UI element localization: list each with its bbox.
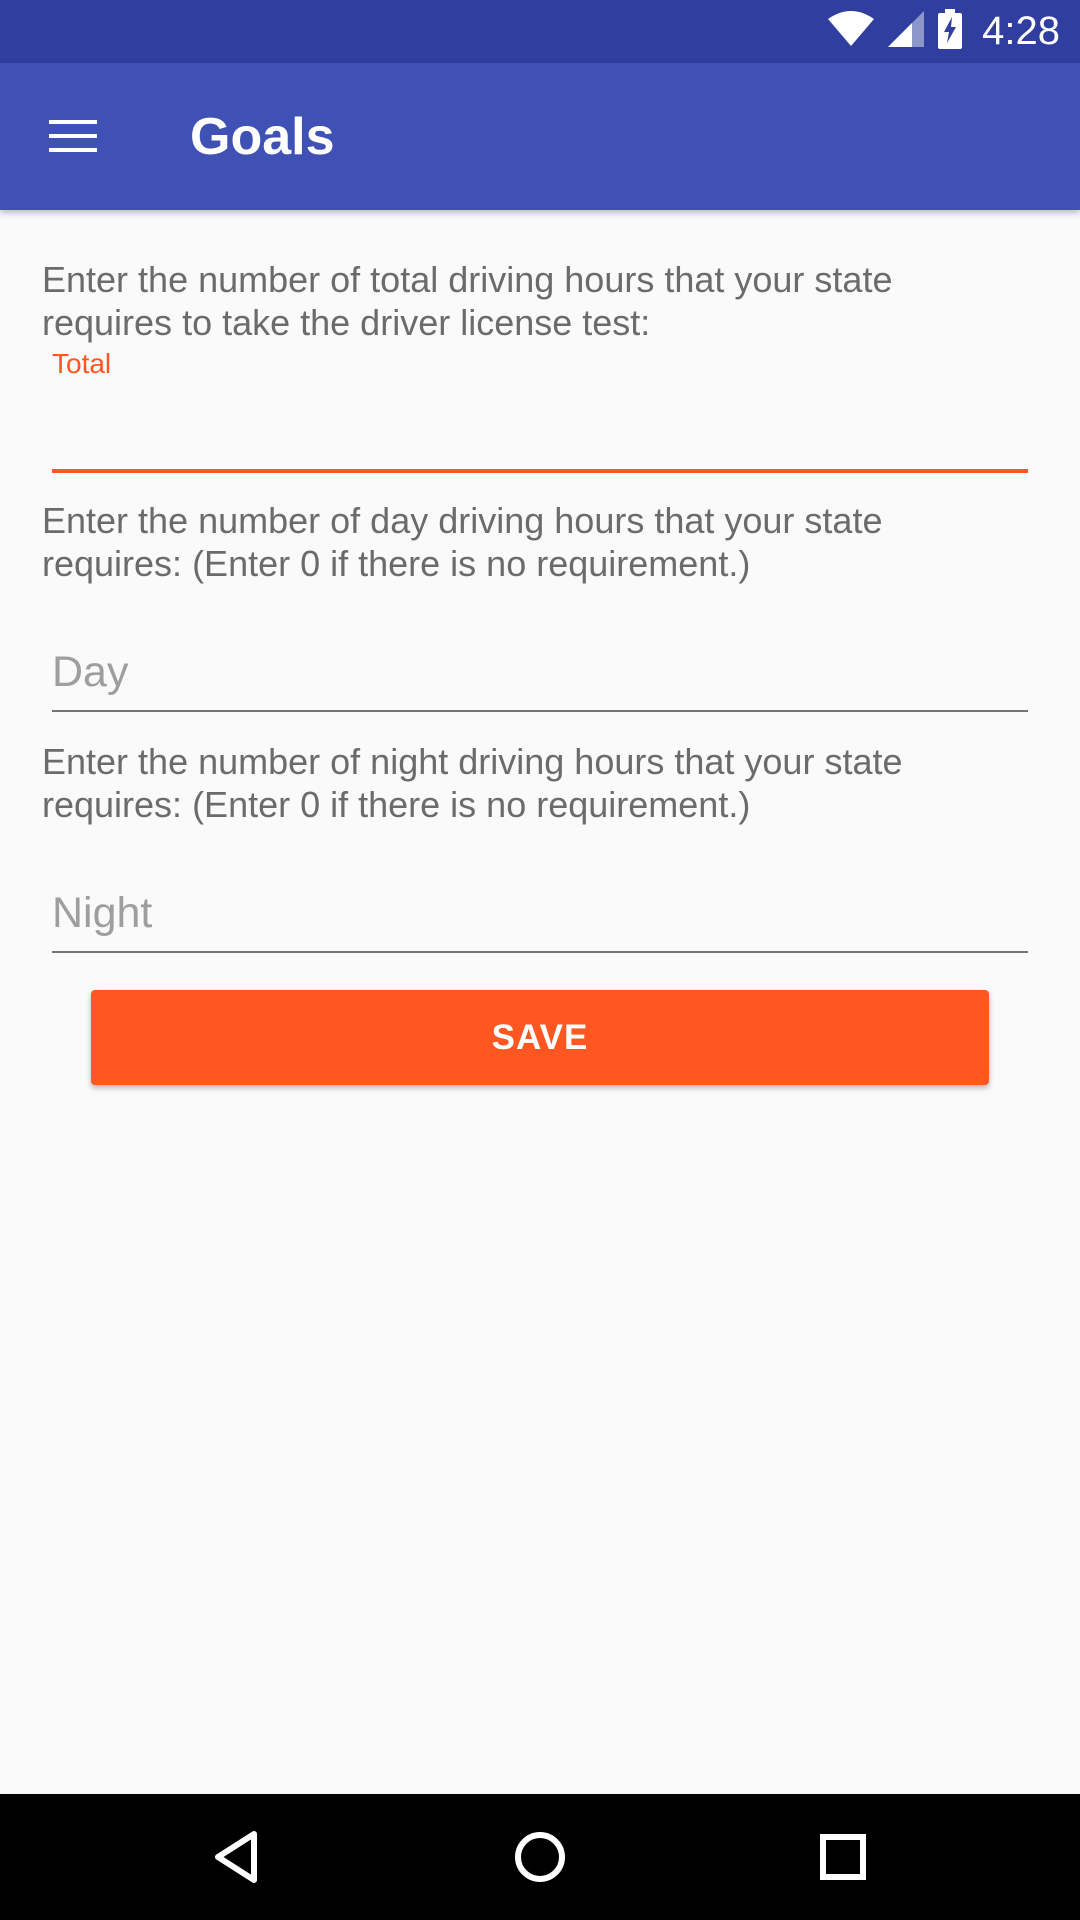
battery-charging-icon <box>938 9 963 54</box>
back-icon[interactable] <box>196 1817 276 1897</box>
navigation-bar <box>0 1794 1080 1920</box>
day-description: Enter the number of day driving hours th… <box>42 500 883 584</box>
night-description: Enter the number of night driving hours … <box>42 741 903 825</box>
signal-icon <box>888 11 925 52</box>
hamburger-menu-icon[interactable] <box>38 101 108 171</box>
day-input[interactable] <box>52 642 1028 702</box>
status-bar: 4:28 <box>0 0 1080 63</box>
day-field-underline <box>52 710 1028 712</box>
total-field-underline <box>52 469 1028 473</box>
night-field-underline <box>52 951 1028 953</box>
home-icon[interactable] <box>500 1817 580 1897</box>
status-time: 4:28 <box>982 9 1060 53</box>
save-button[interactable]: SAVE <box>91 990 989 1085</box>
total-label: Total <box>52 348 112 379</box>
night-field[interactable] <box>52 883 1028 943</box>
wifi-icon <box>828 11 875 52</box>
page-title: Goals <box>190 107 335 166</box>
total-description: Enter the number of total driving hours … <box>42 259 893 343</box>
day-field[interactable] <box>52 642 1028 702</box>
total-field[interactable] <box>52 400 1028 460</box>
night-input[interactable] <box>52 883 1028 943</box>
status-icons: 4:28 <box>828 0 1060 63</box>
recents-icon[interactable] <box>803 1817 883 1897</box>
app-bar: Goals <box>0 63 1080 210</box>
total-input[interactable] <box>52 400 1028 460</box>
